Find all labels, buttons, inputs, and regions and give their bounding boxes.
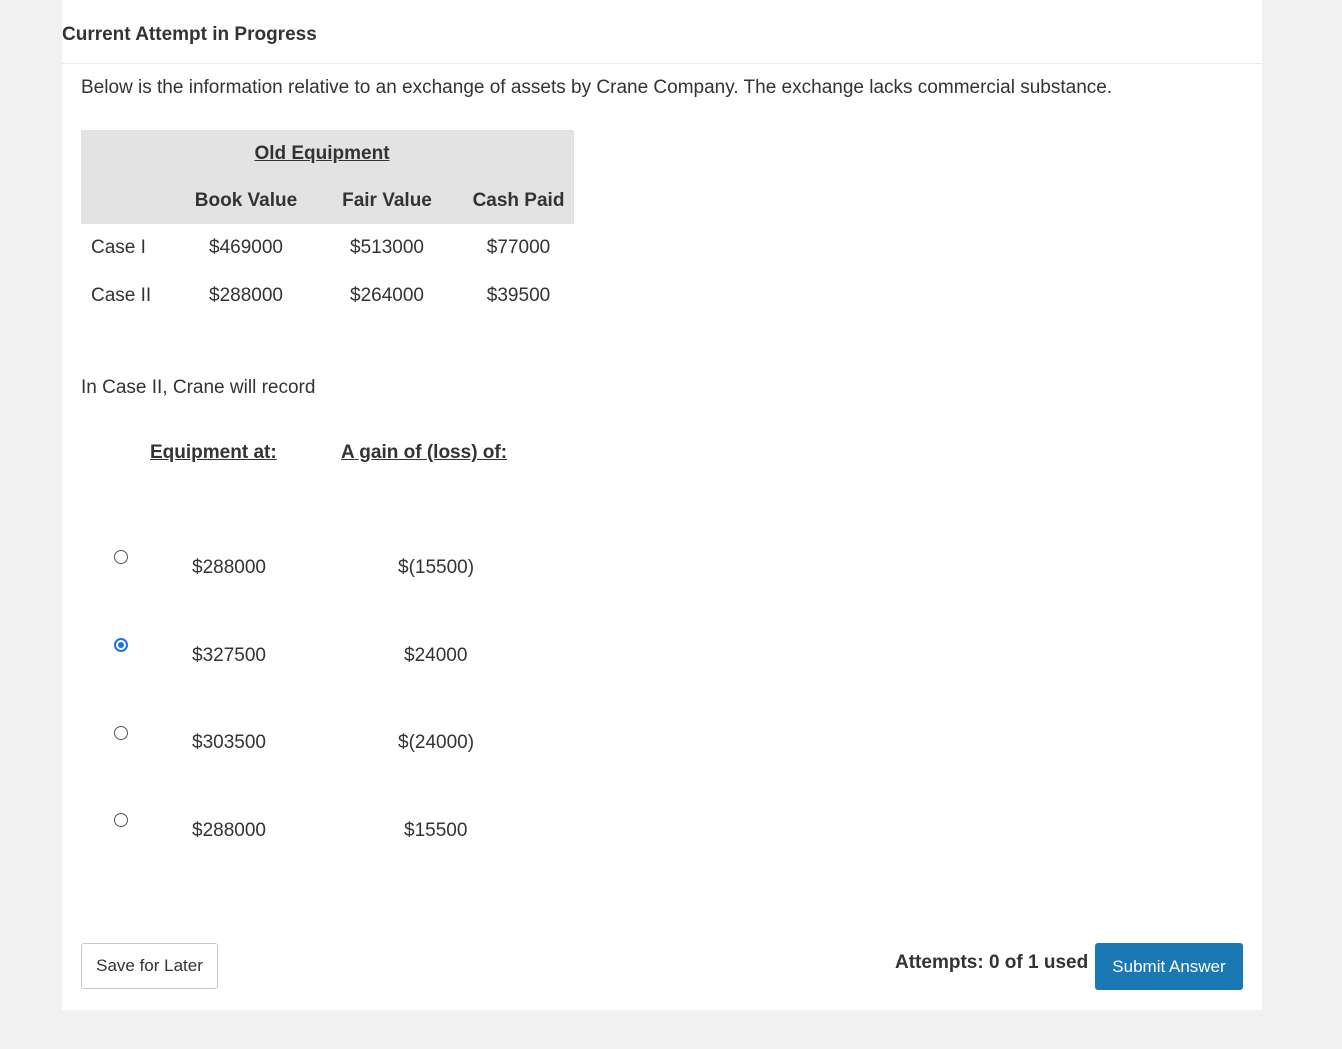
- cash-paid-cell: $39500: [486, 285, 551, 306]
- attempts-counter: Attempts: 0 of 1 used: [895, 952, 1089, 973]
- table-row: Case I $469000 $513000 $77000: [81, 224, 574, 272]
- option-radio-3[interactable]: [114, 726, 128, 740]
- assets-table: Old Equipment Book Value Fair Value Cash…: [81, 130, 574, 320]
- old-equipment-heading: Old Equipment: [254, 142, 390, 164]
- option-gain-value: $24000: [404, 645, 468, 666]
- option-equipment-value: $288000: [192, 820, 266, 841]
- cash-paid-cell: $77000: [486, 237, 551, 258]
- option-radio-1[interactable]: [114, 550, 128, 564]
- option-equipment-value: $303500: [192, 732, 266, 753]
- book-value-cell: $469000: [209, 237, 283, 258]
- table-row: Case II $288000 $264000 $39500: [81, 272, 574, 320]
- question-intro: Below is the information relative to an …: [81, 77, 1113, 98]
- fair-value-cell: $264000: [350, 285, 424, 306]
- submit-answer-button[interactable]: Submit Answer: [1095, 943, 1243, 990]
- fair-value-cell: $513000: [350, 237, 424, 258]
- column-header-fair-value: Fair Value: [342, 189, 432, 211]
- table-empty-cell: [463, 130, 574, 177]
- option-gain-value: $15500: [404, 820, 468, 841]
- option-radio-4[interactable]: [114, 813, 128, 827]
- table-corner-cell: [81, 177, 181, 224]
- option-gain-value: $(15500): [398, 557, 475, 578]
- option-equipment-value: $288000: [192, 557, 266, 578]
- option-radio-2[interactable]: [114, 638, 128, 652]
- gain-column-heading: A gain of (loss) of:: [341, 442, 508, 463]
- header-bar: Current Attempt in Progress: [62, 0, 1262, 64]
- table-corner-cell: [81, 130, 181, 177]
- row-label: Case II: [91, 285, 152, 306]
- table-group-header: Old Equipment: [181, 130, 463, 177]
- column-header-book-value: Book Value: [194, 189, 298, 211]
- table-header-row: Book Value Fair Value Cash Paid: [81, 177, 574, 224]
- question-card: Current Attempt in Progress Below is the…: [62, 0, 1262, 1010]
- page-title: Current Attempt in Progress: [62, 24, 317, 45]
- option-gain-value: $(24000): [398, 732, 475, 753]
- equipment-column-heading: Equipment at:: [150, 442, 277, 463]
- book-value-cell: $288000: [209, 285, 283, 306]
- table-group-header-row: Old Equipment: [81, 130, 574, 177]
- question-prompt: In Case II, Crane will record: [81, 377, 316, 398]
- save-for-later-button[interactable]: Save for Later: [81, 943, 218, 989]
- row-label: Case I: [91, 237, 146, 258]
- option-equipment-value: $327500: [192, 645, 266, 666]
- column-header-cash-paid: Cash Paid: [472, 189, 565, 211]
